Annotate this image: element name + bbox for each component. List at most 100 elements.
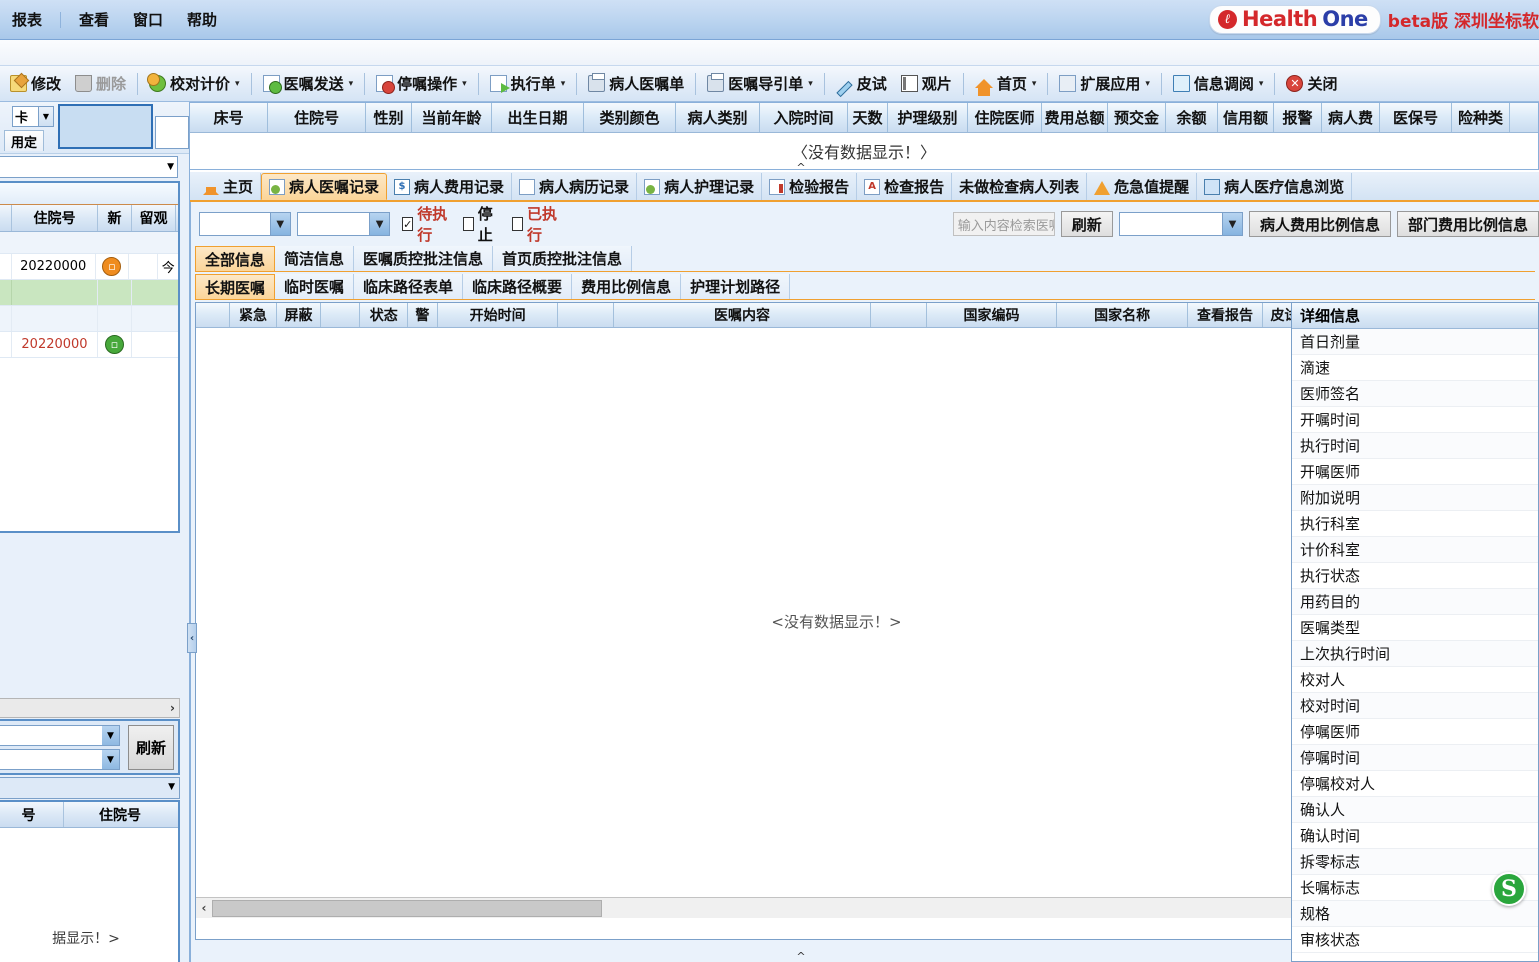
- chevron-down-icon[interactable]: ▾: [1145, 79, 1150, 89]
- menu-item-reports[interactable]: 报表: [0, 6, 54, 33]
- tab-6[interactable]: 检验报告: [762, 173, 858, 200]
- sidebar-ward-combo[interactable]: ▼: [0, 156, 178, 178]
- toolbar-button-10[interactable]: 观片: [894, 69, 959, 98]
- order-col-12[interactable]: 国家名称: [1057, 303, 1188, 327]
- sidebar-col-admission-no[interactable]: 住院号: [12, 205, 98, 231]
- menu-item-view[interactable]: 查看: [67, 6, 121, 33]
- order-col-11[interactable]: 国家编码: [927, 303, 1058, 327]
- tab-2[interactable]: 病人医嘱记录: [261, 173, 388, 200]
- toolbar-button-12[interactable]: 扩展应用 ▾: [1052, 69, 1157, 98]
- patient-cost-ratio-button[interactable]: 病人费用比例信息: [1249, 211, 1392, 237]
- tab-9[interactable]: 危急值提醒: [1087, 173, 1198, 200]
- chevron-down-icon[interactable]: ▾: [349, 79, 354, 89]
- subtab-l1-1[interactable]: 全部信息: [195, 246, 276, 271]
- patient-col-2[interactable]: 住院号: [268, 103, 366, 132]
- order-filter-combo-2[interactable]: ▼: [296, 212, 391, 236]
- patient-col-14[interactable]: 余额: [1166, 103, 1218, 132]
- subtab-l1-3[interactable]: 医嘱质控批注信息: [354, 246, 494, 271]
- floating-logo-icon[interactable]: S: [1491, 872, 1531, 906]
- sidebar-col-observe[interactable]: 留观: [132, 205, 176, 231]
- chevron-down-icon[interactable]: ▾: [1032, 79, 1037, 89]
- toolbar-button-8[interactable]: 医嘱导引单 ▾: [700, 69, 820, 98]
- sidebar2-col-admission-no[interactable]: 住院号: [64, 802, 176, 827]
- toolbar-button-5[interactable]: 停嘱操作 ▾: [369, 69, 474, 98]
- sidebar-refresh-button[interactable]: 刷新: [128, 725, 174, 770]
- sidebar-filter-combo-2[interactable]: ▼: [0, 749, 120, 770]
- toolbar-button-11[interactable]: 首页 ▾: [968, 69, 1044, 98]
- patient-col-9[interactable]: 天数: [848, 103, 888, 132]
- patient-col-12[interactable]: 费用总额: [1042, 103, 1108, 132]
- patient-col-16[interactable]: 报警: [1274, 103, 1322, 132]
- order-search-input[interactable]: 输入内容检索医嘱: [952, 212, 1055, 236]
- toolbar-button-13[interactable]: 信息调阅 ▾: [1166, 69, 1271, 98]
- tab-5[interactable]: 病人护理记录: [637, 173, 763, 200]
- order-col-9[interactable]: 医嘱内容: [614, 303, 872, 327]
- toolbar-button-4[interactable]: 医嘱发送 ▾: [256, 69, 361, 98]
- sidebar-secondary-combo[interactable]: ▼: [0, 777, 180, 799]
- subtab-l2-5[interactable]: 费用比例信息: [572, 274, 682, 299]
- toolbar-button-1[interactable]: 修改: [3, 69, 68, 98]
- sidebar-patient-row-2[interactable]: [0, 280, 178, 306]
- chevron-down-icon[interactable]: ▾: [462, 79, 467, 89]
- patient-col-18[interactable]: 医保号: [1380, 103, 1452, 132]
- scroll-left-arrow-icon[interactable]: ‹: [196, 899, 212, 918]
- patient-col-4[interactable]: 当前年龄: [412, 103, 492, 132]
- tab-7[interactable]: A 检查报告: [857, 173, 953, 200]
- order-col-10[interactable]: [871, 303, 927, 327]
- order-grid-hscrollbar[interactable]: ‹ ›: [196, 897, 1477, 918]
- order-refresh-button[interactable]: 刷新: [1060, 211, 1113, 237]
- sidebar-patient-row-1[interactable]: 20220000 ▫ 今: [0, 254, 178, 280]
- checkbox-box[interactable]: ✓: [402, 217, 414, 231]
- content-collapse-handle[interactable]: ‹: [187, 623, 197, 653]
- sidebar-filter-combo-1[interactable]: ▼: [0, 725, 120, 746]
- patient-col-13[interactable]: 预交金: [1108, 103, 1166, 132]
- bottom-collapse-handle[interactable]: ^: [793, 950, 809, 962]
- subtab-l2-6[interactable]: 护理计划路径: [681, 274, 791, 299]
- subtab-l1-4[interactable]: 首页质控批注信息: [493, 246, 633, 271]
- patient-col-15[interactable]: 信用额: [1218, 103, 1274, 132]
- order-col-1[interactable]: [196, 303, 230, 327]
- subtab-l2-2[interactable]: 临时医嘱: [275, 274, 355, 299]
- tab-8[interactable]: 未做检查病人列表: [952, 173, 1088, 200]
- order-col-4[interactable]: [321, 303, 361, 327]
- subtab-l2-4[interactable]: 临床路径概要: [463, 274, 573, 299]
- patient-col-6[interactable]: 类别颜色: [584, 103, 676, 132]
- order-col-8[interactable]: [558, 303, 614, 327]
- menu-item-window[interactable]: 窗口: [121, 6, 175, 33]
- dept-cost-ratio-button[interactable]: 部门费用比例信息: [1397, 211, 1539, 237]
- sidebar-patient-row-4[interactable]: 20220000 ▫: [0, 332, 178, 358]
- sidebar-col-new[interactable]: 新: [98, 205, 132, 231]
- toolbar-button-6[interactable]: 执行单 ▾: [483, 69, 573, 98]
- order-col-7[interactable]: 开始时间: [438, 303, 559, 327]
- subtab-l2-3[interactable]: 临床路径表单: [354, 274, 464, 299]
- patient-col-8[interactable]: 入院时间: [760, 103, 848, 132]
- order-filter-combo-1[interactable]: ▼: [199, 212, 291, 236]
- tab-3[interactable]: $ 病人费用记录: [387, 173, 513, 200]
- subtab-l2-1[interactable]: 长期医嘱: [195, 274, 276, 299]
- order-filter-combo-3[interactable]: ▼: [1118, 212, 1243, 236]
- sidebar-patient-row-3[interactable]: [0, 306, 178, 332]
- chevron-down-icon[interactable]: ▾: [561, 79, 566, 89]
- order-col-6[interactable]: 警: [408, 303, 438, 327]
- toolbar-button-7[interactable]: 病人医嘱单: [581, 69, 691, 98]
- menu-item-help[interactable]: 帮助: [175, 6, 229, 33]
- checkbox-stopped[interactable]: 停止: [462, 203, 500, 245]
- toolbar-button-2[interactable]: 删除: [68, 69, 133, 98]
- chevron-right-icon[interactable]: ›: [170, 701, 175, 715]
- scrollbar-thumb[interactable]: [212, 899, 602, 917]
- patient-col-10[interactable]: 护理级别: [888, 103, 968, 132]
- order-col-2[interactable]: 紧急: [230, 303, 278, 327]
- patient-col-5[interactable]: 出生日期: [492, 103, 584, 132]
- chevron-down-icon[interactable]: ▾: [235, 79, 240, 89]
- checkbox-pending[interactable]: ✓ 待执行: [402, 203, 451, 245]
- sidebar-card-combo[interactable]: 卡 ▼: [12, 106, 54, 127]
- tab-1[interactable]: 主页: [196, 173, 262, 200]
- tab-4[interactable]: 病人病历记录: [512, 173, 638, 200]
- patient-col-3[interactable]: 性别: [366, 103, 412, 132]
- order-col-13[interactable]: 查看报告: [1188, 303, 1264, 327]
- patient-grid-collapse-handle[interactable]: ^: [793, 161, 809, 174]
- patient-col-7[interactable]: 病人类别: [676, 103, 760, 132]
- chevron-down-icon[interactable]: ▾: [1259, 79, 1264, 89]
- patient-col-1[interactable]: 床号: [190, 103, 268, 132]
- order-col-5[interactable]: 状态: [360, 303, 408, 327]
